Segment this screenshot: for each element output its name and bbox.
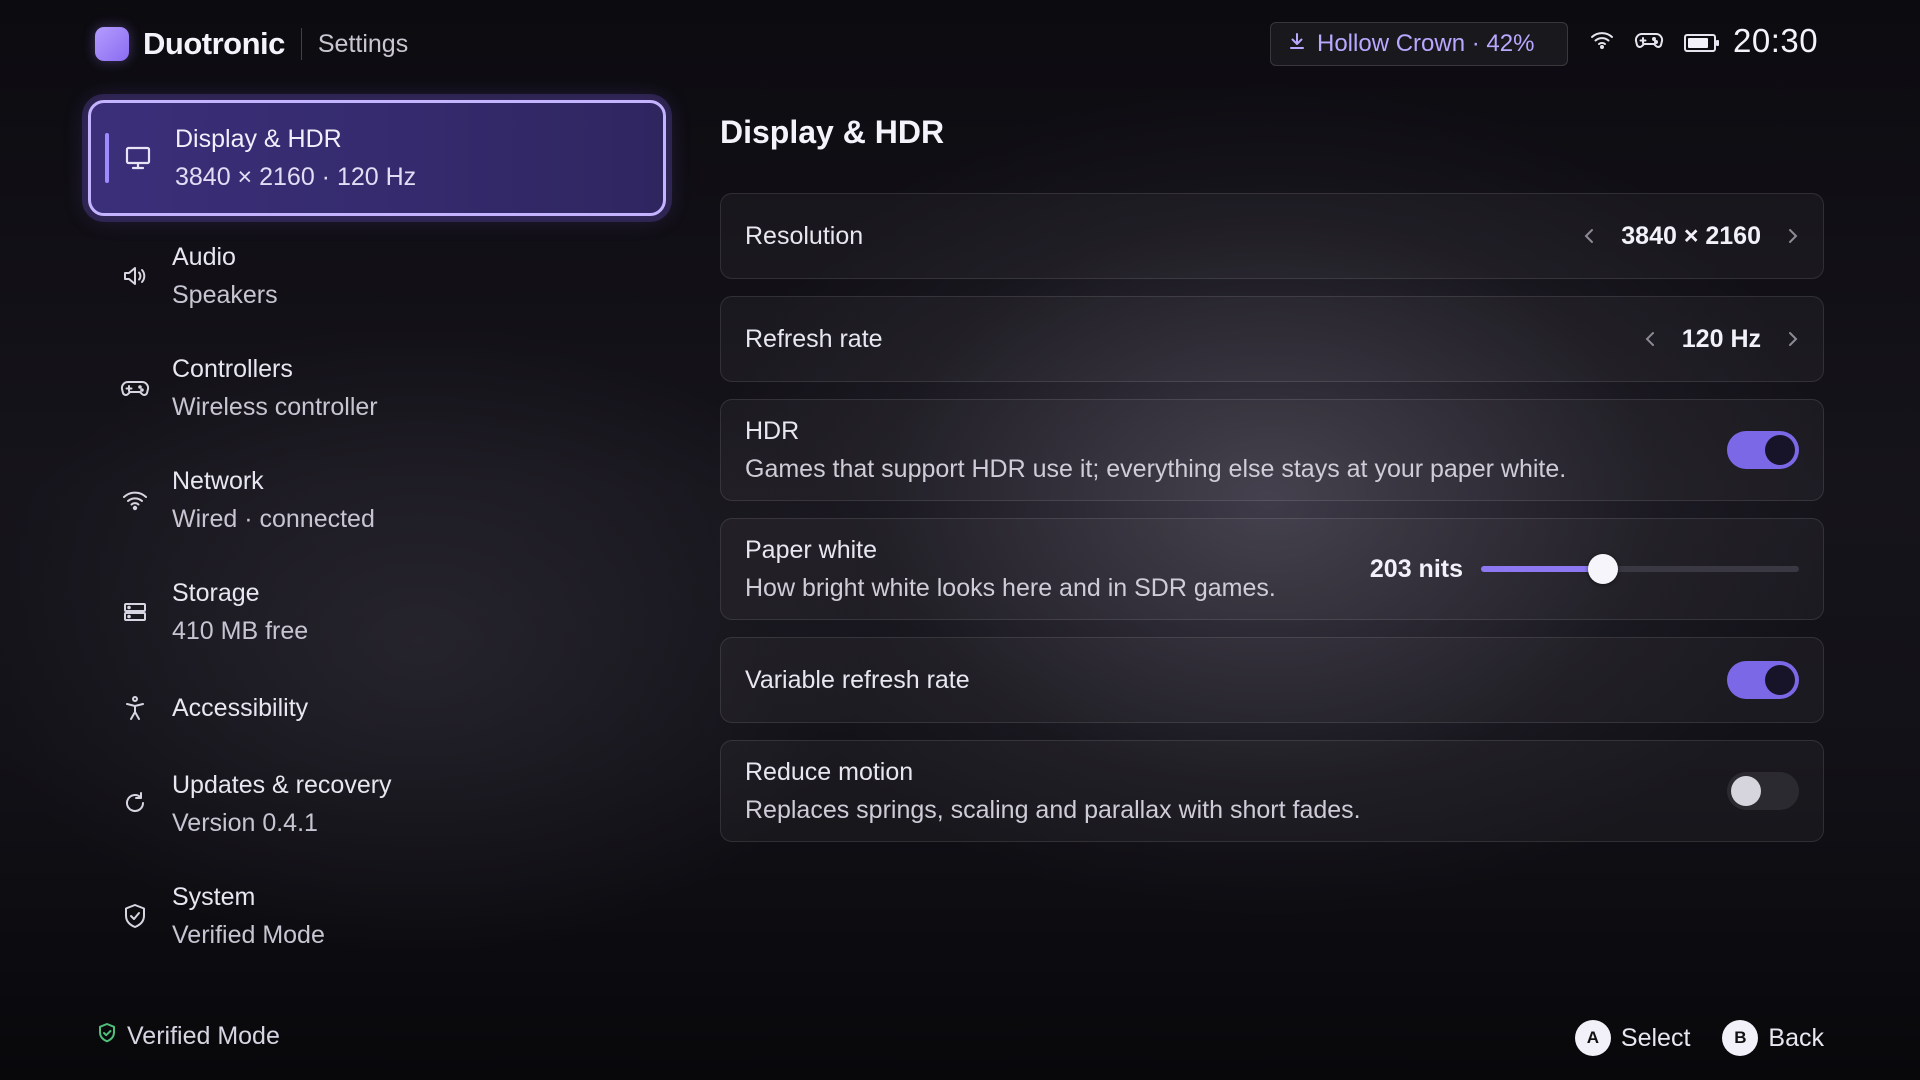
a-button-icon: A <box>1574 1020 1611 1056</box>
status-icons <box>1590 30 1719 55</box>
hdr-description: Games that support HDR use it; everythin… <box>745 455 1567 483</box>
verified-shield-icon <box>97 1022 127 1051</box>
download-status-pill[interactable]: Hollow Crown · 42% <box>1270 22 1568 66</box>
gamepad-icon <box>118 371 152 405</box>
button-hints: A Select B Back <box>1574 1020 1824 1056</box>
accessibility-icon <box>118 691 152 725</box>
paper-white-value: 203 nits <box>1369 554 1463 583</box>
sidebar-item-updates-recovery[interactable]: Updates & recovery Version 0.4.1 <box>80 748 674 860</box>
select-hint-label: Select <box>1620 1023 1691 1052</box>
top-bar: Duotronic Settings Hollow Crown · 42% 20… <box>0 0 1920 86</box>
resolution-stepper[interactable]: 3840 × 2160 <box>1583 222 1799 251</box>
resolution-row[interactable]: Resolution 3840 × 2160 <box>720 193 1824 279</box>
sidebar-item-label: Network <box>172 467 264 495</box>
refresh-rate-label: Refresh rate <box>745 325 883 353</box>
chevron-right-icon[interactable] <box>1787 226 1799 246</box>
paper-white-description: How bright white looks here and in SDR g… <box>745 574 1276 602</box>
sidebar-item-sublabel: Wireless controller <box>172 393 378 421</box>
sidebar-item-controllers[interactable]: Controllers Wireless controller <box>80 332 674 444</box>
b-button-icon: B <box>1722 1020 1759 1056</box>
hdr-toggle[interactable] <box>1727 431 1799 469</box>
brand-divider <box>300 28 302 60</box>
battery-fill <box>1688 37 1708 48</box>
sidebar-item-label: System <box>172 883 256 911</box>
brand-logo <box>95 27 129 61</box>
sidebar-item-sublabel: Wired · connected <box>172 505 375 533</box>
slider-fill <box>1481 566 1604 572</box>
refresh-rate-row[interactable]: Refresh rate 120 Hz <box>720 296 1824 382</box>
toggle-knob <box>1731 776 1761 806</box>
hdr-row[interactable]: HDR Games that support HDR use it; every… <box>720 399 1824 501</box>
speaker-icon <box>118 259 152 293</box>
sidebar-item-sublabel: Version 0.4.1 <box>172 809 318 837</box>
storage-icon <box>118 595 152 629</box>
sidebar-item-sublabel: 410 MB free <box>172 617 309 645</box>
clock: 20:30 <box>1733 22 1819 59</box>
brand: Duotronic Settings <box>95 26 408 62</box>
paper-white-row[interactable]: Paper white How bright white looks here … <box>720 518 1824 620</box>
toggle-knob <box>1765 665 1795 695</box>
reduce-motion-label: Reduce motion <box>745 758 914 786</box>
sidebar: Display & HDR 3840 × 2160 · 120 Hz Audio… <box>80 96 674 972</box>
sidebar-item-sublabel: Speakers <box>172 281 278 309</box>
vrr-toggle[interactable] <box>1727 661 1799 699</box>
breadcrumb-settings: Settings <box>317 29 409 58</box>
reduce-motion-description: Replaces springs, scaling and parallax w… <box>745 796 1361 824</box>
resolution-label: Resolution <box>745 222 864 250</box>
sidebar-item-system[interactable]: System Verified Mode <box>80 860 674 972</box>
refresh-rate-value: 120 Hz <box>1681 324 1761 353</box>
brand-name: Duotronic <box>143 26 285 61</box>
download-label: Hollow Crown · 42% <box>1317 30 1535 57</box>
monitor-icon <box>121 141 155 175</box>
sidebar-item-sublabel: Verified Mode <box>172 921 325 949</box>
battery-icon <box>1684 33 1719 52</box>
reduce-motion-toggle[interactable] <box>1727 772 1799 810</box>
sidebar-item-label: Accessibility <box>172 694 309 722</box>
wifi-icon <box>118 483 152 517</box>
hdr-label: HDR <box>745 417 800 445</box>
sidebar-item-label: Controllers <box>172 355 293 383</box>
wifi-icon <box>1590 30 1614 55</box>
chevron-left-icon[interactable] <box>1644 329 1656 349</box>
paper-white-slider[interactable] <box>1481 554 1799 584</box>
shield-icon <box>118 899 152 933</box>
select-hint[interactable]: A Select <box>1574 1020 1691 1056</box>
sidebar-item-accessibility[interactable]: Accessibility <box>80 668 674 748</box>
settings-panel: Display & HDR Resolution 3840 × 2160 Ref… <box>720 96 1824 859</box>
back-hint[interactable]: B Back <box>1722 1020 1824 1056</box>
variable-refresh-rate-row[interactable]: Variable refresh rate <box>720 637 1824 723</box>
resolution-value: 3840 × 2160 <box>1621 221 1761 250</box>
sidebar-item-display-hdr[interactable]: Display & HDR 3840 × 2160 · 120 Hz <box>88 100 666 216</box>
toggle-knob <box>1765 435 1795 465</box>
controller-status-icon <box>1634 30 1664 55</box>
sidebar-item-storage[interactable]: Storage 410 MB free <box>80 556 674 668</box>
paper-white-label: Paper white <box>745 536 878 564</box>
download-icon <box>1287 30 1317 58</box>
verified-mode-status: Verified Mode <box>97 1022 280 1051</box>
chevron-left-icon[interactable] <box>1583 226 1595 246</box>
sidebar-item-sublabel: 3840 × 2160 · 120 Hz <box>175 163 417 191</box>
sidebar-item-network[interactable]: Network Wired · connected <box>80 444 674 556</box>
refresh-rate-stepper[interactable]: 120 Hz <box>1644 325 1799 354</box>
chevron-right-icon[interactable] <box>1787 329 1799 349</box>
sidebar-item-label: Display & HDR <box>175 125 342 153</box>
sidebar-item-audio[interactable]: Audio Speakers <box>80 220 674 332</box>
refresh-icon <box>118 787 152 821</box>
variable-refresh-rate-label: Variable refresh rate <box>745 666 970 694</box>
back-hint-label: Back <box>1768 1023 1824 1052</box>
paper-white-control: 203 nits <box>1369 554 1799 584</box>
reduce-motion-row[interactable]: Reduce motion Replaces springs, scaling … <box>720 740 1824 842</box>
sidebar-item-label: Updates & recovery <box>172 771 392 799</box>
sidebar-item-label: Storage <box>172 579 260 607</box>
slider-thumb[interactable] <box>1588 554 1619 584</box>
sidebar-item-label: Audio <box>172 243 236 271</box>
verified-mode-label: Verified Mode <box>127 1022 280 1050</box>
active-indicator <box>105 133 109 183</box>
page-title: Display & HDR <box>720 114 945 150</box>
